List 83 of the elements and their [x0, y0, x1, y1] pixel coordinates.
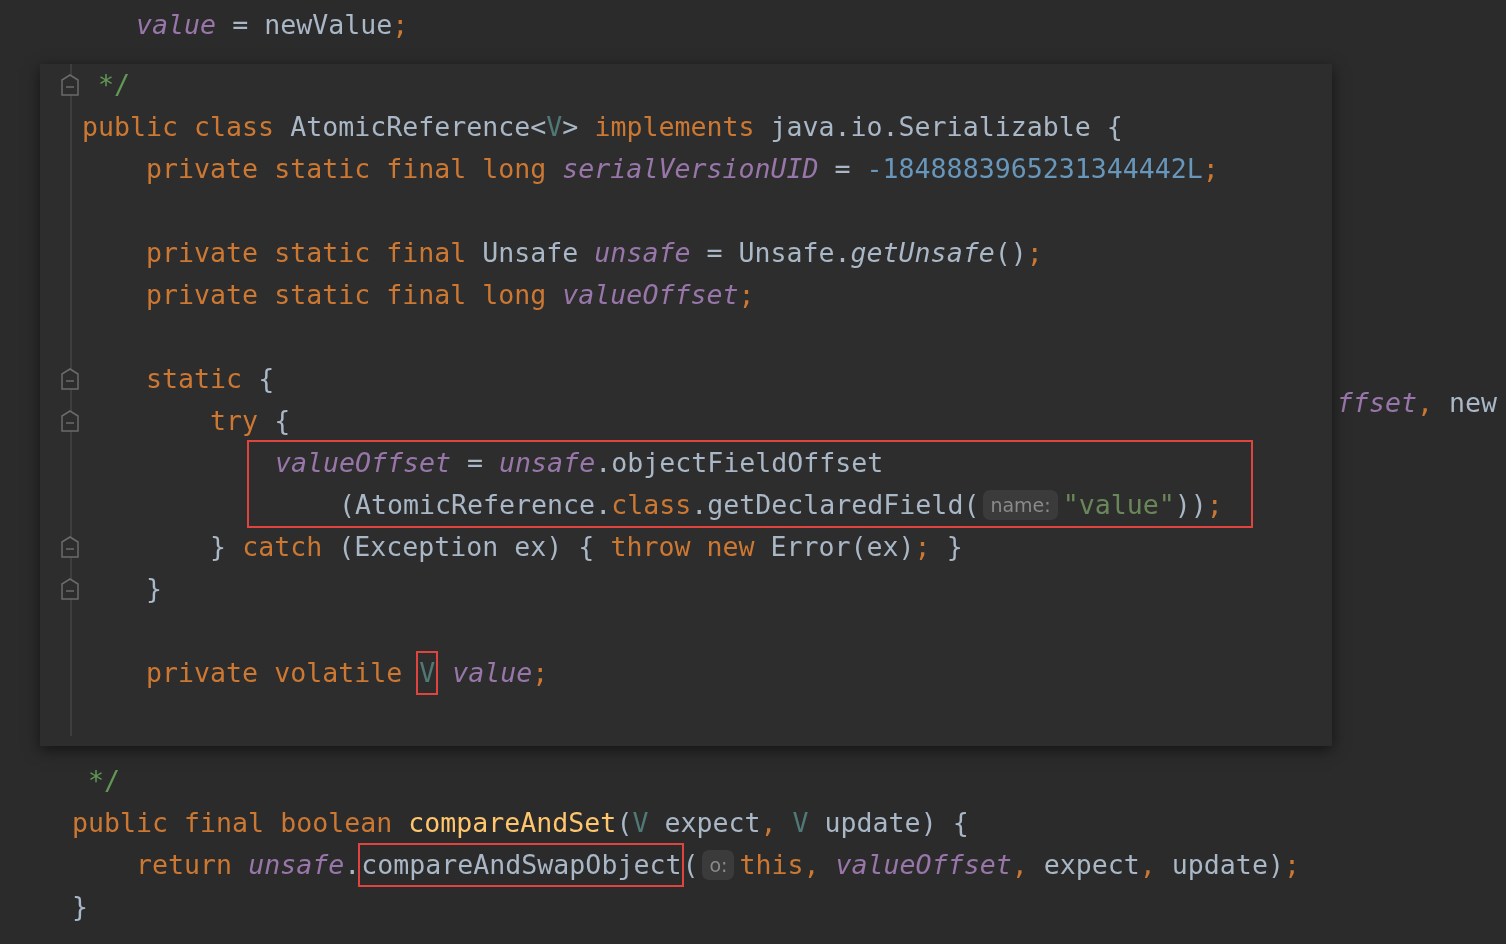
field-name: valueOffset — [562, 278, 739, 312]
keyword: ; — [738, 278, 755, 312]
string-literal: "value" — [1062, 488, 1175, 522]
field-name: valueOffset — [274, 446, 452, 480]
identifier: { — [274, 404, 291, 438]
method-call: getUnsafe — [850, 236, 995, 270]
identifier: } — [946, 530, 963, 564]
identifier: { — [258, 362, 275, 396]
keyword: , — [1011, 848, 1028, 882]
parameter-hint: o: — [702, 850, 735, 880]
fold-icon[interactable] — [61, 74, 79, 96]
type-parameter: V — [632, 806, 649, 840]
number-literal: -1848883965231344442L — [866, 152, 1203, 186]
keyword: static — [146, 362, 244, 396]
keyword: public final boolean — [72, 806, 394, 840]
method-name: compareAndSet — [408, 806, 617, 840]
identifier: update) { — [824, 806, 969, 840]
identifier: = newValue — [232, 8, 393, 42]
identifier: .objectFieldOffset — [595, 446, 884, 480]
fold-icon[interactable] — [61, 536, 79, 558]
field-name: value — [136, 8, 217, 42]
keyword: implements — [594, 110, 756, 144]
identifier: expect — [664, 806, 761, 840]
field-name: ffset — [1336, 386, 1417, 420]
identifier: } — [146, 572, 163, 606]
identifier: java.io.Serializable { — [770, 110, 1123, 144]
identifier: } — [210, 530, 228, 564]
fold-icon[interactable] — [61, 368, 79, 390]
identifier: update) — [1171, 848, 1284, 882]
identifier: (Exception ex) { — [338, 530, 596, 564]
type-parameter: V — [546, 110, 563, 144]
keyword: catch — [242, 530, 324, 564]
keyword: , — [1416, 386, 1434, 420]
comment: */ — [88, 764, 121, 798]
identifier: AtomicReference< — [290, 110, 547, 144]
keyword: public class — [82, 110, 276, 144]
parameter-hint: name: — [983, 490, 1058, 520]
comment: */ — [98, 68, 131, 102]
identifier: )) — [1174, 488, 1207, 522]
keyword: , — [1139, 848, 1156, 882]
keyword: private static final — [146, 236, 468, 270]
field-name: serialVersionUID — [562, 152, 819, 186]
keyword: ; — [914, 530, 931, 564]
keyword: , — [760, 806, 778, 840]
keyword: private volatile — [146, 656, 404, 690]
fold-icon[interactable] — [61, 578, 79, 600]
field-name: unsafe — [594, 236, 691, 270]
keyword: throw new — [610, 530, 756, 564]
fold-icon[interactable] — [61, 410, 79, 432]
identifier: (AtomicReference. — [338, 488, 612, 522]
keyword: private static final long — [146, 152, 548, 186]
field-name: unsafe — [499, 446, 596, 480]
field-name: unsafe — [248, 848, 345, 882]
identifier: } — [72, 890, 88, 924]
identifier: . — [344, 848, 361, 882]
highlighted-code: V — [418, 653, 437, 693]
identifier: ( — [616, 806, 633, 840]
identifier: = — [834, 152, 852, 186]
highlighted-code: compareAndSwapObject — [360, 845, 683, 885]
keyword: private static final long — [146, 278, 548, 312]
keyword: ; — [1202, 152, 1219, 186]
type-parameter: V — [792, 806, 809, 840]
keyword: ; — [1026, 236, 1043, 270]
identifier: ( — [682, 848, 699, 882]
identifier: expect — [1043, 848, 1140, 882]
keyword: return — [136, 848, 234, 882]
identifier: .getDeclaredField( — [691, 488, 980, 522]
identifier: = Unsafe. — [706, 236, 851, 270]
keyword: try — [210, 404, 260, 438]
keyword: this, — [739, 848, 821, 882]
identifier: = — [467, 446, 485, 480]
field-name: value — [452, 656, 533, 690]
keyword: ; — [1206, 488, 1223, 522]
identifier: > — [562, 110, 580, 144]
identifier: Unsafe — [482, 236, 580, 270]
field-name: valueOffset — [835, 848, 1012, 882]
identifier: new — [1448, 386, 1497, 420]
keyword: ; — [392, 8, 409, 42]
identifier: Error(ex) — [770, 530, 915, 564]
keyword: ; — [1283, 848, 1300, 882]
keyword: ; — [532, 656, 549, 690]
keyword: class — [611, 488, 692, 522]
identifier: () — [994, 236, 1027, 270]
